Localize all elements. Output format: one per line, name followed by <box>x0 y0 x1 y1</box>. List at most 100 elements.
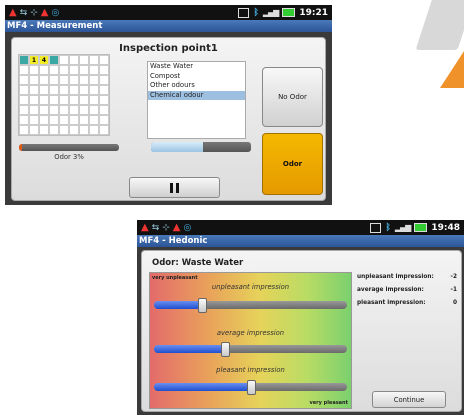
grid-cell[interactable] <box>49 85 59 95</box>
odor-progress-fill <box>19 144 22 151</box>
grid-cell[interactable] <box>59 55 69 65</box>
grid-cell[interactable] <box>89 85 99 95</box>
unpleasant-slider-thumb[interactable] <box>198 298 208 313</box>
grid-cell[interactable] <box>19 125 29 135</box>
no-odor-button[interactable]: No Odor <box>262 67 323 127</box>
grid-cell[interactable] <box>49 75 59 85</box>
grid-cell[interactable] <box>99 75 109 85</box>
grid-cell[interactable] <box>19 85 29 95</box>
grid-cell[interactable] <box>39 85 49 95</box>
grid-cell[interactable] <box>49 65 59 75</box>
grid-cell[interactable] <box>79 75 89 85</box>
grid-cell[interactable] <box>69 95 79 105</box>
grid-cell[interactable] <box>79 95 89 105</box>
very-pleasant-label: very pleasant <box>309 400 348 406</box>
grid-cell[interactable] <box>19 55 29 65</box>
grid-cell[interactable] <box>79 85 89 95</box>
grid-cell[interactable] <box>69 65 79 75</box>
grid-cell[interactable] <box>99 125 109 135</box>
grid-cell[interactable] <box>89 95 99 105</box>
grid-cell[interactable] <box>49 95 59 105</box>
grid-cell[interactable] <box>79 115 89 125</box>
grid-cell[interactable] <box>99 85 109 95</box>
clock: 19:48 <box>431 222 460 233</box>
grid-cell[interactable] <box>89 75 99 85</box>
score-row: unpleasant impression: -2 <box>357 271 457 284</box>
grid-cell[interactable] <box>89 115 99 125</box>
average-slider[interactable] <box>154 345 347 353</box>
hedonic-scale: very unpleasant very pleasant unpleasant… <box>149 272 352 409</box>
grid-cell[interactable] <box>69 85 79 95</box>
average-slider-thumb[interactable] <box>221 342 231 357</box>
grid-cell[interactable] <box>29 85 39 95</box>
odour-list[interactable]: Waste Water Compost Other odours Chemical o… <box>147 61 246 139</box>
grid-cell[interactable] <box>29 75 39 85</box>
grid-cell[interactable] <box>99 55 109 65</box>
grid-cell[interactable] <box>19 105 29 115</box>
grid-cell[interactable] <box>69 105 79 115</box>
odour-list-item[interactable]: Chemical odour <box>148 90 245 100</box>
grid-cell[interactable] <box>19 95 29 105</box>
grid-cell[interactable] <box>89 65 99 75</box>
grid-cell[interactable] <box>19 115 29 125</box>
grid-cell[interactable] <box>99 115 109 125</box>
grid-cell[interactable] <box>59 95 69 105</box>
grid-cell[interactable] <box>69 115 79 125</box>
grid-cell[interactable] <box>59 125 69 135</box>
sync-icon: ◎ <box>183 222 192 233</box>
grid-cell[interactable] <box>59 105 69 115</box>
grid-cell[interactable] <box>79 105 89 115</box>
grid-cell[interactable] <box>69 55 79 65</box>
grid-cell[interactable] <box>29 105 39 115</box>
battery-icon <box>414 223 428 232</box>
grid-cell[interactable] <box>99 95 109 105</box>
odour-list-item[interactable]: Waste Water <box>148 62 245 72</box>
grid-cell[interactable] <box>39 75 49 85</box>
grid-cell[interactable] <box>39 115 49 125</box>
grid-cell[interactable] <box>69 125 79 135</box>
grid-cell[interactable] <box>59 65 69 75</box>
grid-cell[interactable] <box>19 65 29 75</box>
grid-cell[interactable] <box>49 125 59 135</box>
grid-cell[interactable] <box>79 55 89 65</box>
grid-cell[interactable]: 1 <box>29 55 39 65</box>
pause-icon <box>176 182 179 193</box>
grid-cell[interactable] <box>59 115 69 125</box>
grid-cell[interactable] <box>99 65 109 75</box>
grid-cell[interactable] <box>89 105 99 115</box>
grid-cell[interactable] <box>39 125 49 135</box>
score-row: pleasant impression: 0 <box>357 297 457 310</box>
grid-cell[interactable] <box>89 55 99 65</box>
grid-cell[interactable] <box>79 125 89 135</box>
grid-cell[interactable] <box>49 115 59 125</box>
grid-cell[interactable] <box>99 105 109 115</box>
grid-cell[interactable] <box>79 65 89 75</box>
grid-cell[interactable] <box>69 75 79 85</box>
grid-cell[interactable] <box>29 125 39 135</box>
status-bar: ▲ ⇆ ⊹ ▲ ◎ ᛒ ▂▄▆ 19:48 <box>137 220 464 235</box>
content-area: Inspection point1 14 Waste Water Compost O… <box>5 32 332 205</box>
hedonic-screen: ▲ ⇆ ⊹ ▲ ◎ ᛒ ▂▄▆ 19:48 MF4 - Hedonic Odor… <box>137 220 464 415</box>
grid-cell[interactable]: 4 <box>39 55 49 65</box>
continue-button[interactable]: Continue <box>372 391 446 408</box>
pause-button[interactable] <box>129 177 220 198</box>
grid-cell[interactable] <box>39 65 49 75</box>
signal-icon: ▂▄▆ <box>394 223 412 232</box>
grid-cell[interactable] <box>39 105 49 115</box>
grid-cell[interactable] <box>19 75 29 85</box>
grid-cell[interactable] <box>89 125 99 135</box>
grid-cell[interactable] <box>39 95 49 105</box>
grid-cell[interactable] <box>49 105 59 115</box>
grid-cell[interactable] <box>59 75 69 85</box>
grid-cell[interactable] <box>29 65 39 75</box>
grid-cell[interactable] <box>29 95 39 105</box>
odor-button[interactable]: Odor <box>262 133 323 195</box>
odour-list-item[interactable]: Other odours <box>148 81 245 91</box>
grid-cell[interactable] <box>29 115 39 125</box>
grid-cell[interactable] <box>59 85 69 95</box>
pleasant-slider-thumb[interactable] <box>246 380 256 395</box>
unpleasant-slider[interactable] <box>154 301 347 309</box>
usb-icon: ⇆ <box>151 222 160 233</box>
grid-cell[interactable] <box>49 55 59 65</box>
odour-list-item[interactable]: Compost <box>148 72 245 82</box>
